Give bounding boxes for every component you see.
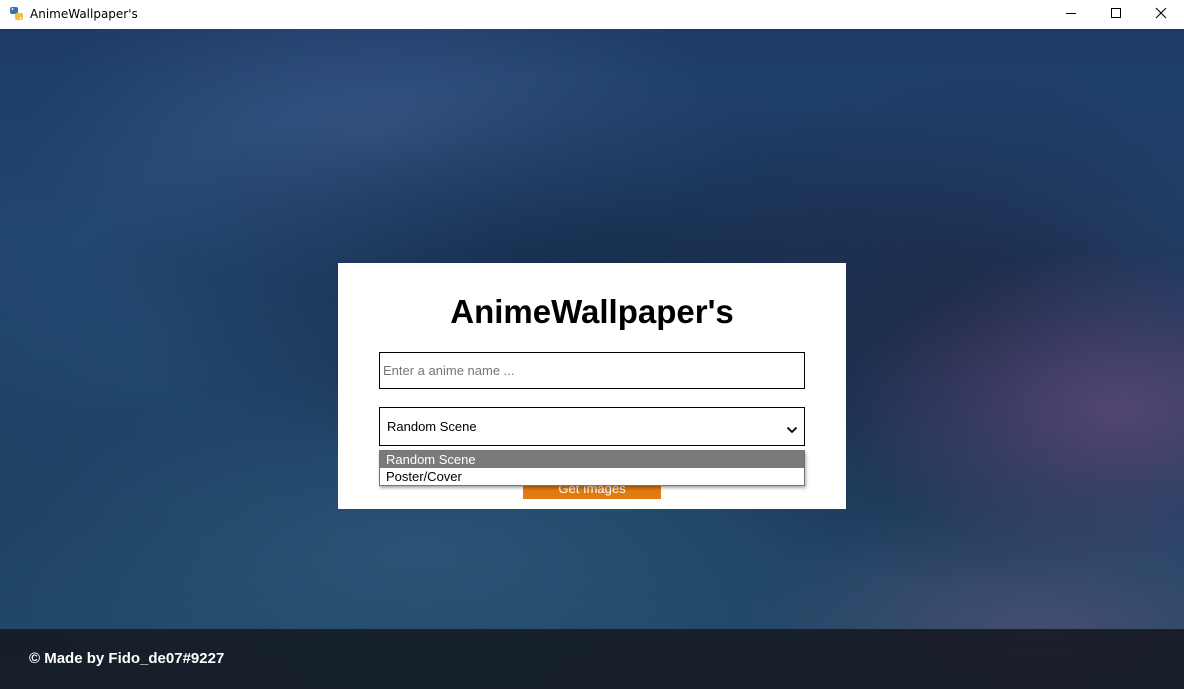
footer-credit: © Made by Fido_de07#9227: [29, 650, 225, 667]
close-button[interactable]: [1138, 0, 1184, 29]
dropdown-option-random-scene[interactable]: Random Scene: [380, 451, 804, 468]
type-select-dropdown: Random Scene Poster/Cover: [379, 450, 805, 486]
footer: © Made by Fido_de07#9227: [0, 629, 1184, 689]
card-title: AnimeWallpaper's: [450, 293, 734, 330]
dropdown-option-poster-cover[interactable]: Poster/Cover: [380, 468, 804, 485]
window-title: AnimeWallpaper's: [30, 7, 138, 21]
type-select-value: Random Scene: [387, 419, 477, 434]
maximize-icon: [1110, 6, 1122, 24]
chevron-down-icon: [786, 422, 798, 434]
title-bar: AnimeWallpaper's: [0, 0, 1184, 29]
python-icon: [9, 6, 24, 21]
app-window: AnimeWallpaper's AnimeWallpaper's Random…: [0, 0, 1184, 689]
minimize-icon: [1065, 6, 1077, 24]
anime-name-input[interactable]: [379, 352, 805, 389]
minimize-button[interactable]: [1048, 0, 1094, 29]
close-icon: [1155, 6, 1167, 24]
maximize-button[interactable]: [1093, 0, 1139, 29]
type-select[interactable]: Random Scene: [379, 407, 805, 446]
